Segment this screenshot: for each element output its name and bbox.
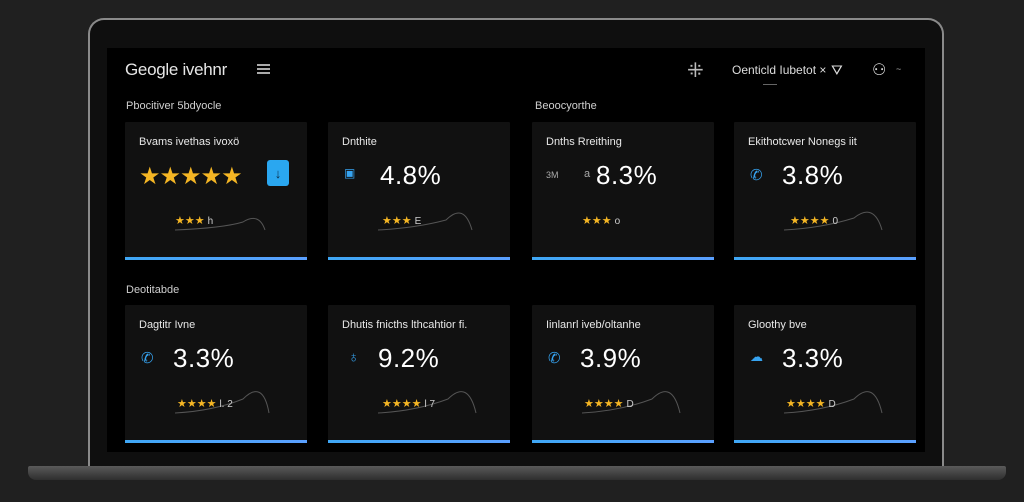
metric-card[interactable]: Iinlanrl iveb/oltanhe ✆ 3.9% ★★★★ D [532,305,714,443]
hamburger-icon[interactable] [257,64,270,74]
top-bar: Geogle ivehnr ⁜ Oenticld Iubetot × ⛛ ⚇ ~ [107,48,925,92]
card-stars: ★★★★ D [786,397,836,410]
card-stars-suffix: h [207,216,214,227]
card-value: 9.2% [378,343,440,373]
star-icon: ★★★★ [177,398,217,410]
card-stars: ★★★ o [582,214,620,227]
card-title: Dhutis fnicths lthcahtior fi. [342,319,468,331]
section-title-top-left: Pbocitiver 5bdyocle [126,100,222,112]
phone-icon: ✆ [141,350,154,367]
account-label[interactable]: Oenticld Iubetot × [732,63,826,77]
metric-card[interactable]: Dhutis fnicths lthcahtior fi. ♁ 9.2% ★★★… [328,305,510,443]
account-underline [763,84,777,85]
card-title: Gloothy bve [748,319,807,331]
card-title: Dagtitr Ivne [139,319,196,331]
card-title: Dnths Rreithing [546,136,622,148]
card-stars: ★★★★ D [584,397,634,410]
bag-icon[interactable]: ⛛ [831,62,843,79]
card-value: 3.8% [782,160,844,190]
card-title: Dnthite [342,136,377,148]
card-title: Iinlanrl iveb/oltanhe [546,319,641,331]
metric-card[interactable]: Dnths Rreithing 3M a 8.3% ★★★ o [532,122,714,260]
star-icon: ★★★★ [382,398,422,410]
star-icon: ★★★ [582,215,612,227]
card-stars-suffix: D [828,399,836,410]
star-rating-icon: ★★★★★ [139,163,243,190]
card-value: 3.3% [782,343,844,373]
cloud-icon: ☁ [750,349,763,364]
card-stars: ★★★★ l 7 [382,397,435,410]
card-stars-suffix: E [414,216,422,227]
rating-card[interactable]: Bvams ivethas ivoxö ★★★★★ ↓ ★★★ h [125,122,307,260]
laptop-base [28,466,1006,480]
chevron-down-icon[interactable]: ~ [896,64,901,74]
card-stars-suffix: D [626,399,634,410]
user-icon[interactable]: ⚇ [872,60,886,80]
metric-card[interactable]: Ekithotcwer Nonegs iit ✆ 3.8% ★★★★ 0 [734,122,916,260]
phone-icon: ✆ [548,350,561,367]
card-value: 4.8% [380,160,442,190]
crosshair-icon[interactable]: ⁜ [687,58,704,83]
card-stars: ★★★ E [382,214,421,227]
card-stars-suffix: o [614,216,621,227]
star-icon: ★★★ [382,215,412,227]
app-window: Geogle ivehnr ⁜ Oenticld Iubetot × ⛛ ⚇ ~… [107,48,925,452]
card-stars-suffix: l 7 [424,399,436,410]
card-value: 8.3% [596,160,658,190]
metric-card[interactable]: Dnthite ▣ 4.8% ★★★ E [328,122,510,260]
card-value: 3.9% [580,343,642,373]
star-icon: ★★★★ [584,398,624,410]
metric-card[interactable]: Dagtitr Ivne ✆ 3.3% ★★★★ l. 2 [125,305,307,443]
section-title-bottom-left: Deotitabde [126,284,180,296]
badge-icon[interactable]: ↓ [267,160,289,186]
card-small-label: 3M [546,170,559,180]
card-stars: ★★★★ l. 2 [177,397,233,410]
star-icon: ★★★ [175,215,205,227]
star-icon: ★★★★ [790,215,830,227]
card-stars: ★★★★ 0 [790,214,838,227]
metric-card[interactable]: Gloothy bve ☁ 3.3% ★★★★ D [734,305,916,443]
app-logo: Geogle ivehnr [125,60,227,79]
phone-icon: ✆ [750,167,763,184]
card-small-mark: a [584,168,591,180]
card-title: Ekithotcwer Nonegs iit [748,136,857,148]
card-stars: ★★★ h [175,214,213,227]
cloud-icon: ▣ [344,166,356,180]
section-title-top-right: Beoocyorthe [535,100,597,112]
card-stars-suffix: 0 [832,216,839,227]
star-icon: ★★★★ [786,398,826,410]
download-icon: ♁ [348,349,360,366]
card-stars-suffix: l. 2 [219,399,233,410]
card-value: 3.3% [173,343,235,373]
card-title: Bvams ivethas ivoxö [139,136,240,148]
